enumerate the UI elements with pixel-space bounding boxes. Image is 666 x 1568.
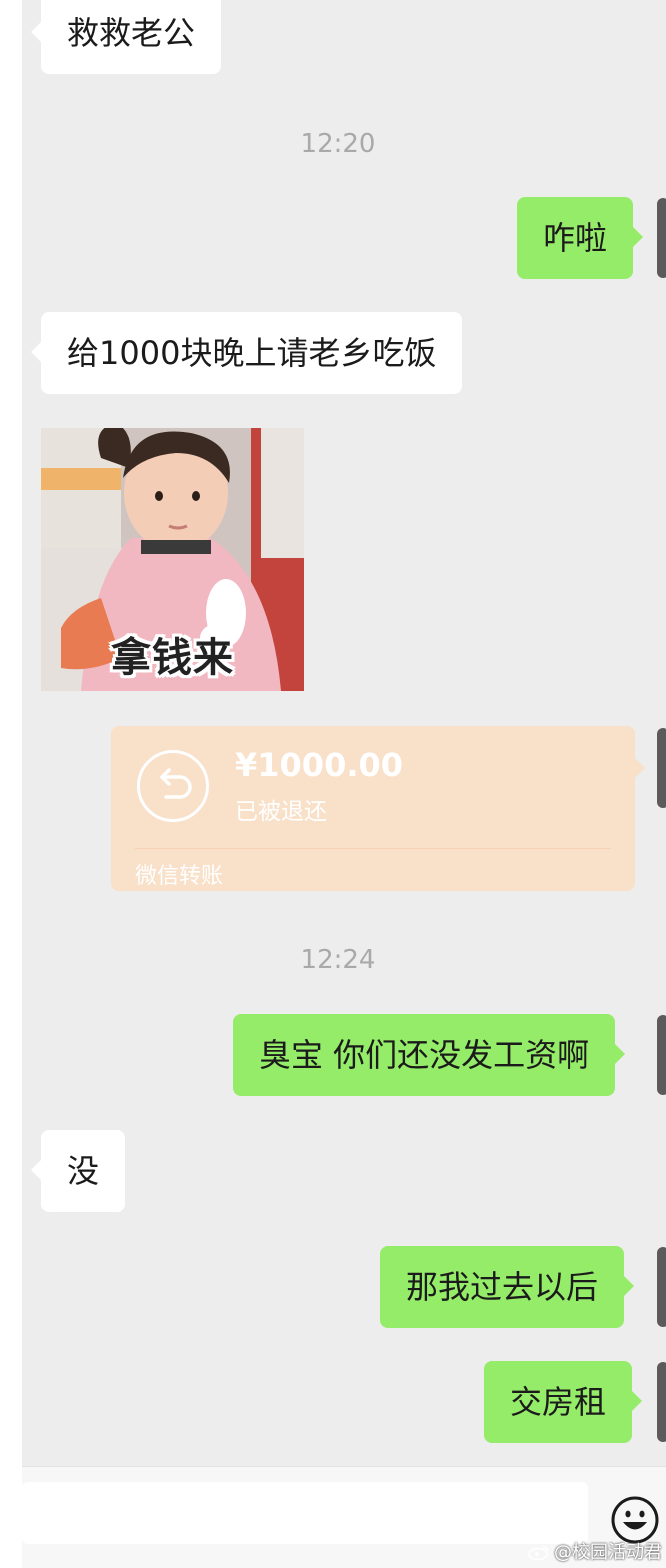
outgoing-message-bubble[interactable]: 那我过去以后 [380, 1246, 635, 1328]
message-text: 给1000块晚上请老乡吃饭 [67, 334, 437, 372]
weibo-watermark: @校园活动君 [528, 1538, 662, 1564]
message-text: 咋啦 [543, 219, 608, 257]
transfer-label: 微信转账 [135, 864, 224, 889]
self-avatar[interactable] [657, 1247, 666, 1327]
left-edge-strip [0, 0, 22, 1568]
return-arrow-icon [137, 750, 209, 822]
sticker-image[interactable]: 拿钱来 [41, 428, 304, 691]
outgoing-message-bubble[interactable]: 臭宝 你们还没发工资啊 [233, 1014, 626, 1096]
message-text: 交房租 [510, 1383, 607, 1421]
incoming-message-bubble[interactable]: 给1000块晚上请老乡吃饭 [30, 312, 463, 394]
outgoing-message-bubble[interactable]: 交房租 [484, 1361, 643, 1443]
message-text: 臭宝 你们还没发工资啊 [259, 1036, 590, 1074]
weibo-logo-icon [528, 1544, 550, 1561]
self-avatar[interactable] [657, 1362, 666, 1442]
incoming-message-bubble[interactable]: 救救老公 [30, 0, 222, 74]
watermark-text: @校园活动君 [554, 1542, 662, 1563]
message-text: 没 [67, 1152, 100, 1190]
self-avatar[interactable] [657, 728, 666, 808]
wechat-transfer-card[interactable]: ¥1000.00 已被退还 微信转账 [111, 726, 645, 891]
sticker-caption: 拿钱来 [111, 635, 234, 681]
outgoing-message-bubble[interactable]: 咋啦 [517, 197, 644, 279]
transfer-amount: ¥1000.00 [235, 746, 404, 784]
incoming-message-bubble[interactable]: 没 [30, 1130, 126, 1212]
message-text: 那我过去以后 [406, 1268, 599, 1306]
self-avatar[interactable] [657, 198, 666, 278]
message-timestamp: 12:20 [300, 129, 376, 159]
self-avatar[interactable] [657, 1015, 666, 1095]
message-text: 救救老公 [67, 14, 196, 52]
transfer-status: 已被退还 [235, 799, 327, 825]
message-timestamp: 12:24 [300, 945, 376, 975]
message-input-field[interactable] [22, 1482, 588, 1544]
transfer-divider [135, 848, 611, 849]
